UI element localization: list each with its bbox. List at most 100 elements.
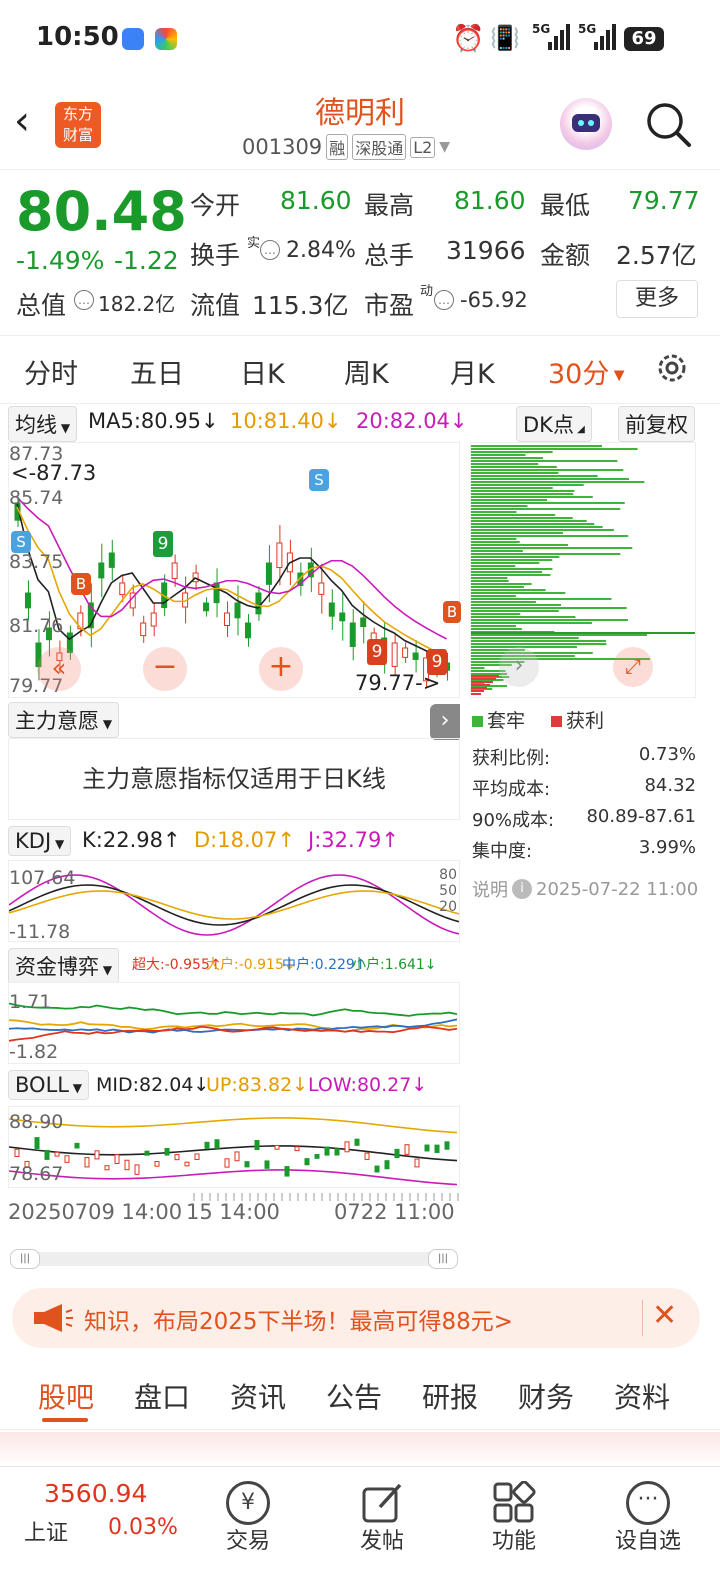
tab-announcements[interactable]: 公告 — [326, 1376, 382, 1416]
high-value: 81.60 — [454, 186, 526, 215]
chip-bar — [471, 472, 559, 474]
chip-bar — [471, 493, 574, 495]
zoom-in-button[interactable]: + — [259, 647, 303, 691]
tab-profile[interactable]: 资料 — [614, 1376, 670, 1416]
nav-post[interactable]: 发帖 — [322, 1467, 442, 1585]
info-icon[interactable]: … — [434, 290, 454, 310]
small-investor-line — [9, 1002, 458, 1017]
turnover-label: 换手 — [190, 241, 241, 270]
chip-row: 获利比例: 0.73% — [472, 744, 696, 769]
stock-code-row[interactable]: 001309 融 深股通 L2 ▼ — [242, 134, 450, 160]
candlestick — [339, 612, 346, 622]
tab-intraday[interactable]: 分时 — [24, 352, 78, 391]
chip-bar — [471, 625, 517, 627]
expand-icon[interactable]: ⤢ — [613, 647, 653, 687]
candlestick — [391, 642, 398, 667]
kdj-selector[interactable]: KDJ ▼ — [8, 826, 72, 856]
dk-point-button[interactable]: DK点 ◢ — [516, 406, 592, 442]
boll-candle — [204, 1141, 210, 1149]
tab-five-day[interactable]: 五日 — [130, 352, 184, 391]
main-kline-chart[interactable]: 87.73 85.74 83.75 81.76 79.77 <-87.73 79… — [8, 442, 461, 698]
stock-code: 001309 — [242, 135, 323, 159]
chip-next-icon[interactable]: › — [499, 647, 539, 687]
fund-game-selector[interactable]: 资金博弈 ▼ — [8, 948, 120, 984]
nav-functions[interactable]: 功能 — [454, 1467, 574, 1585]
chip-note[interactable]: 说明 i 2025-07-22 11:00 — [472, 876, 698, 902]
chip-bar — [471, 616, 576, 618]
nav-trade[interactable]: ¥ 交易 — [188, 1467, 308, 1585]
scroll-handle-right[interactable]: ||| — [428, 1249, 458, 1269]
tab-research[interactable]: 研报 — [422, 1376, 478, 1416]
ma-selector[interactable]: 均线 ▼ — [8, 406, 78, 442]
tab-pankou[interactable]: 盘口 — [134, 1376, 190, 1416]
boll-candle — [44, 1149, 50, 1160]
boll-candle — [214, 1139, 220, 1149]
chip-row: 集中度: 3.99% — [472, 837, 696, 862]
chip-bar — [471, 556, 560, 558]
boll-candle — [74, 1142, 80, 1149]
tab-daily-k[interactable]: 日K — [240, 352, 285, 391]
chip-bar — [471, 622, 592, 624]
kdj-chart[interactable]: 107.64 -11.78 80 50 20 — [8, 860, 460, 943]
sell-signal-badge: S — [11, 531, 31, 553]
change-percent: -1.49% — [16, 246, 105, 275]
range-scrollbar[interactable]: ||| ||| — [10, 1249, 458, 1269]
kdj-d-value: D:18.07↑ — [194, 828, 295, 852]
tab-news[interactable]: 资讯 — [230, 1376, 286, 1416]
candlestick — [119, 582, 126, 596]
index-ticker[interactable]: 3560.94 上证 0.03% — [0, 1467, 200, 1585]
chip-bar — [471, 619, 628, 621]
tab-weekly-k[interactable]: 周K — [344, 352, 389, 391]
collapse-side-panel-button[interactable]: › — [430, 704, 460, 740]
more-button[interactable]: 更多 — [616, 280, 698, 318]
zoom-out-button[interactable]: − — [143, 647, 187, 691]
amount-label: 金额 — [540, 241, 591, 270]
promo-banner[interactable]: 知识，布局2025下半场！最高可得88元> ✕ — [12, 1288, 700, 1348]
price-adjust-button[interactable]: 前复权 — [618, 406, 695, 442]
scroll-handle-left[interactable]: ||| — [10, 1249, 40, 1269]
boll-candle — [54, 1151, 60, 1157]
boll-candle — [414, 1158, 420, 1168]
chip-legend: 套牢 获利 — [472, 706, 604, 733]
kdj-y-top: 107.64 — [9, 867, 76, 889]
robot-assistant-icon[interactable] — [560, 98, 612, 150]
boll-chart[interactable]: 88.90 78.67 — [8, 1106, 460, 1188]
chip-bar — [471, 598, 612, 600]
chip-bar — [471, 580, 509, 582]
profit-chip-bar — [471, 681, 493, 683]
chip-bar — [471, 562, 540, 564]
chip-bar — [471, 517, 573, 519]
tab-monthly-k[interactable]: 月K — [450, 352, 495, 391]
level2-tag: L2 — [410, 136, 436, 158]
profit-chip-bar — [471, 678, 496, 680]
amount-value: 2.57亿 — [616, 241, 697, 270]
boll-selector[interactable]: BOLL ▼ — [8, 1070, 90, 1100]
boll-candle — [364, 1152, 370, 1160]
period-tabs: 分时 五日 日K 周K 月K 30分 ▼ — [0, 338, 720, 404]
scroll-left-button[interactable]: « — [37, 647, 81, 691]
chip-bar — [471, 502, 625, 504]
chip-distribution-chart[interactable]: › ⤢ — [470, 442, 696, 698]
main-force-selector[interactable]: 主力意愿 ▼ — [8, 702, 120, 738]
nav-add-watchlist[interactable]: ··· 设自选 — [588, 1467, 708, 1585]
candlestick — [276, 542, 283, 569]
y-label-2: 85.74 — [9, 487, 64, 509]
tab-guba[interactable]: 股吧 — [38, 1376, 94, 1416]
tab-finance[interactable]: 财务 — [518, 1376, 574, 1416]
chip-bar — [471, 601, 536, 603]
boll-candle — [264, 1160, 270, 1169]
close-icon[interactable]: ✕ — [652, 1298, 677, 1333]
fund-game-chart[interactable]: 1.71 -1.82 — [8, 982, 460, 1064]
vibrate-icon: 📳 — [490, 24, 520, 52]
high-label: 最高 — [364, 191, 415, 220]
info-icon[interactable]: … — [74, 290, 94, 310]
info-icon[interactable]: … — [260, 240, 280, 260]
settings-gear-icon[interactable] — [654, 350, 690, 386]
tab-30min[interactable]: 30分 ▼ — [548, 352, 625, 391]
chip-bar — [471, 589, 546, 591]
low-value: 79.77 — [628, 186, 700, 215]
candlestick — [171, 562, 178, 579]
search-icon[interactable] — [644, 100, 692, 148]
candlestick — [328, 602, 335, 617]
change-value: -1.22 — [114, 246, 179, 275]
